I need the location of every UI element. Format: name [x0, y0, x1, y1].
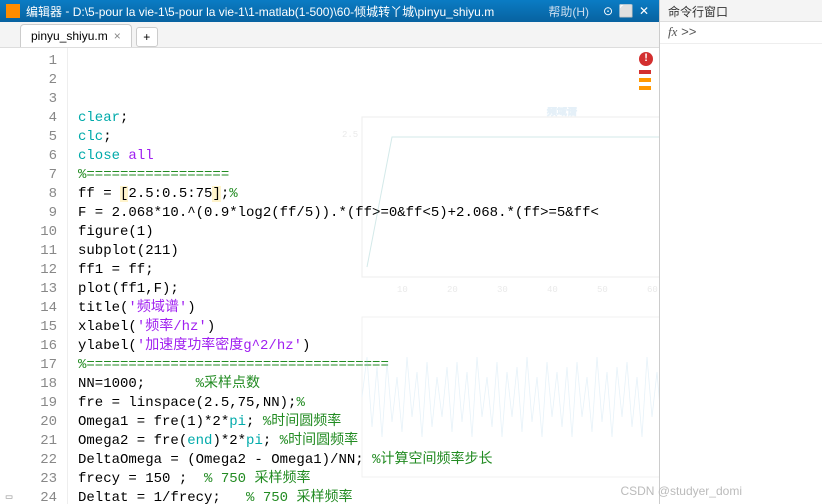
line-number: 1 [18, 52, 57, 71]
line-number: 15 [18, 318, 57, 337]
prompt-text: >> [681, 24, 696, 39]
code-line[interactable]: figure(1) [78, 223, 659, 242]
command-prompt[interactable]: fx >> [660, 22, 822, 44]
line-number: 24 [18, 489, 57, 504]
code-line[interactable]: Omega1 = fre(1)*2*pi; %时间圆频率 [78, 413, 659, 432]
code-line[interactable]: plot(ff1,F); [78, 280, 659, 299]
line-number: 21 [18, 432, 57, 451]
line-number: 22 [18, 451, 57, 470]
code-line[interactable]: subplot(211) [78, 242, 659, 261]
titlebar-path: D:\5-pour la vie-1\5-pour la vie-1\1-mat… [73, 3, 539, 20]
titlebar-sep: - [62, 4, 73, 18]
tab-add-button[interactable]: + [136, 27, 158, 47]
close-button[interactable]: ✕ [635, 4, 653, 18]
editor-panel: 编辑器 - D:\5-pour la vie-1\5-pour la vie-1… [0, 0, 660, 504]
line-number: 13 [18, 280, 57, 299]
line-number: 11 [18, 242, 57, 261]
titlebar-app-label: 编辑器 [26, 3, 62, 20]
code-line[interactable]: clc; [78, 128, 659, 147]
line-number: 19 [18, 394, 57, 413]
code-lines[interactable]: 频域谱 102030 405060 7080 2.5 [68, 48, 659, 504]
tab-bar: pinyu_shiyu.m × + [0, 22, 659, 48]
bookmark-icon[interactable]: ▭ [0, 48, 18, 504]
line-number: 18 [18, 375, 57, 394]
error-mark[interactable] [639, 70, 651, 74]
code-line[interactable]: ff1 = ff; [78, 261, 659, 280]
code-line[interactable]: title('频域谱') [78, 299, 659, 318]
tab-file[interactable]: pinyu_shiyu.m × [20, 24, 132, 47]
code-line[interactable]: Deltat = 1/frecy; % 750 采样频率 [78, 489, 659, 504]
line-number: 23 [18, 470, 57, 489]
command-window-title: 命令行窗口 [660, 0, 822, 22]
line-number: 2 [18, 71, 57, 90]
editor-titlebar: 编辑器 - D:\5-pour la vie-1\5-pour la vie-1… [0, 0, 659, 22]
line-number: 20 [18, 413, 57, 432]
code-line[interactable]: DeltaOmega = (Omega2 - Omega1)/NN; %计算空间… [78, 451, 659, 470]
code-line[interactable]: Omega2 = fre(end)*2*pi; %时间圆频率 [78, 432, 659, 451]
code-line[interactable]: ylabel('加速度功率密度g^2/hz') [78, 337, 659, 356]
indicator-column: ! [639, 52, 655, 90]
code-line[interactable]: frecy = 150 ; % 750 采样频率 [78, 470, 659, 489]
app-icon [6, 4, 20, 18]
tab-close-icon[interactable]: × [114, 29, 121, 43]
code-line[interactable]: close all [78, 147, 659, 166]
bookmark-gutter: ▭ [0, 48, 18, 504]
maximize-button[interactable]: ⬜ [617, 4, 635, 18]
line-number: 14 [18, 299, 57, 318]
restore-button[interactable]: ⊙ [599, 4, 617, 18]
command-window-panel: 命令行窗口 fx >> [660, 0, 822, 504]
code-line[interactable]: ff = [2.5:0.5:75];% [78, 185, 659, 204]
menu-help[interactable]: 帮助(H) [548, 3, 589, 20]
code-area[interactable]: ▭ 12345678910111213141516171819202122232… [0, 48, 659, 504]
fx-icon: fx [668, 24, 677, 39]
line-number: 3 [18, 90, 57, 109]
code-line[interactable]: clear; [78, 109, 659, 128]
code-line[interactable]: F = 2.068*10.^(0.9*log2(ff/5)).*(ff>=0&f… [78, 204, 659, 223]
warning-mark[interactable] [639, 78, 651, 82]
line-number: 5 [18, 128, 57, 147]
code-line[interactable]: %================= [78, 166, 659, 185]
line-number: 7 [18, 166, 57, 185]
line-number-gutter: 123456789101112131415161718192021222324 [18, 48, 68, 504]
line-number: 12 [18, 261, 57, 280]
line-number: 6 [18, 147, 57, 166]
line-number: 9 [18, 204, 57, 223]
error-indicator-icon[interactable]: ! [639, 52, 653, 66]
code-line[interactable]: NN=1000; %采样点数 [78, 375, 659, 394]
line-number: 8 [18, 185, 57, 204]
line-number: 16 [18, 337, 57, 356]
warning-mark[interactable] [639, 86, 651, 90]
line-number: 10 [18, 223, 57, 242]
code-line[interactable]: %==================================== [78, 356, 659, 375]
tab-label: pinyu_shiyu.m [31, 29, 108, 43]
code-line[interactable]: xlabel('频率/hz') [78, 318, 659, 337]
code-line[interactable]: fre = linspace(2.5,75,NN);% [78, 394, 659, 413]
line-number: 4 [18, 109, 57, 128]
line-number: 17 [18, 356, 57, 375]
